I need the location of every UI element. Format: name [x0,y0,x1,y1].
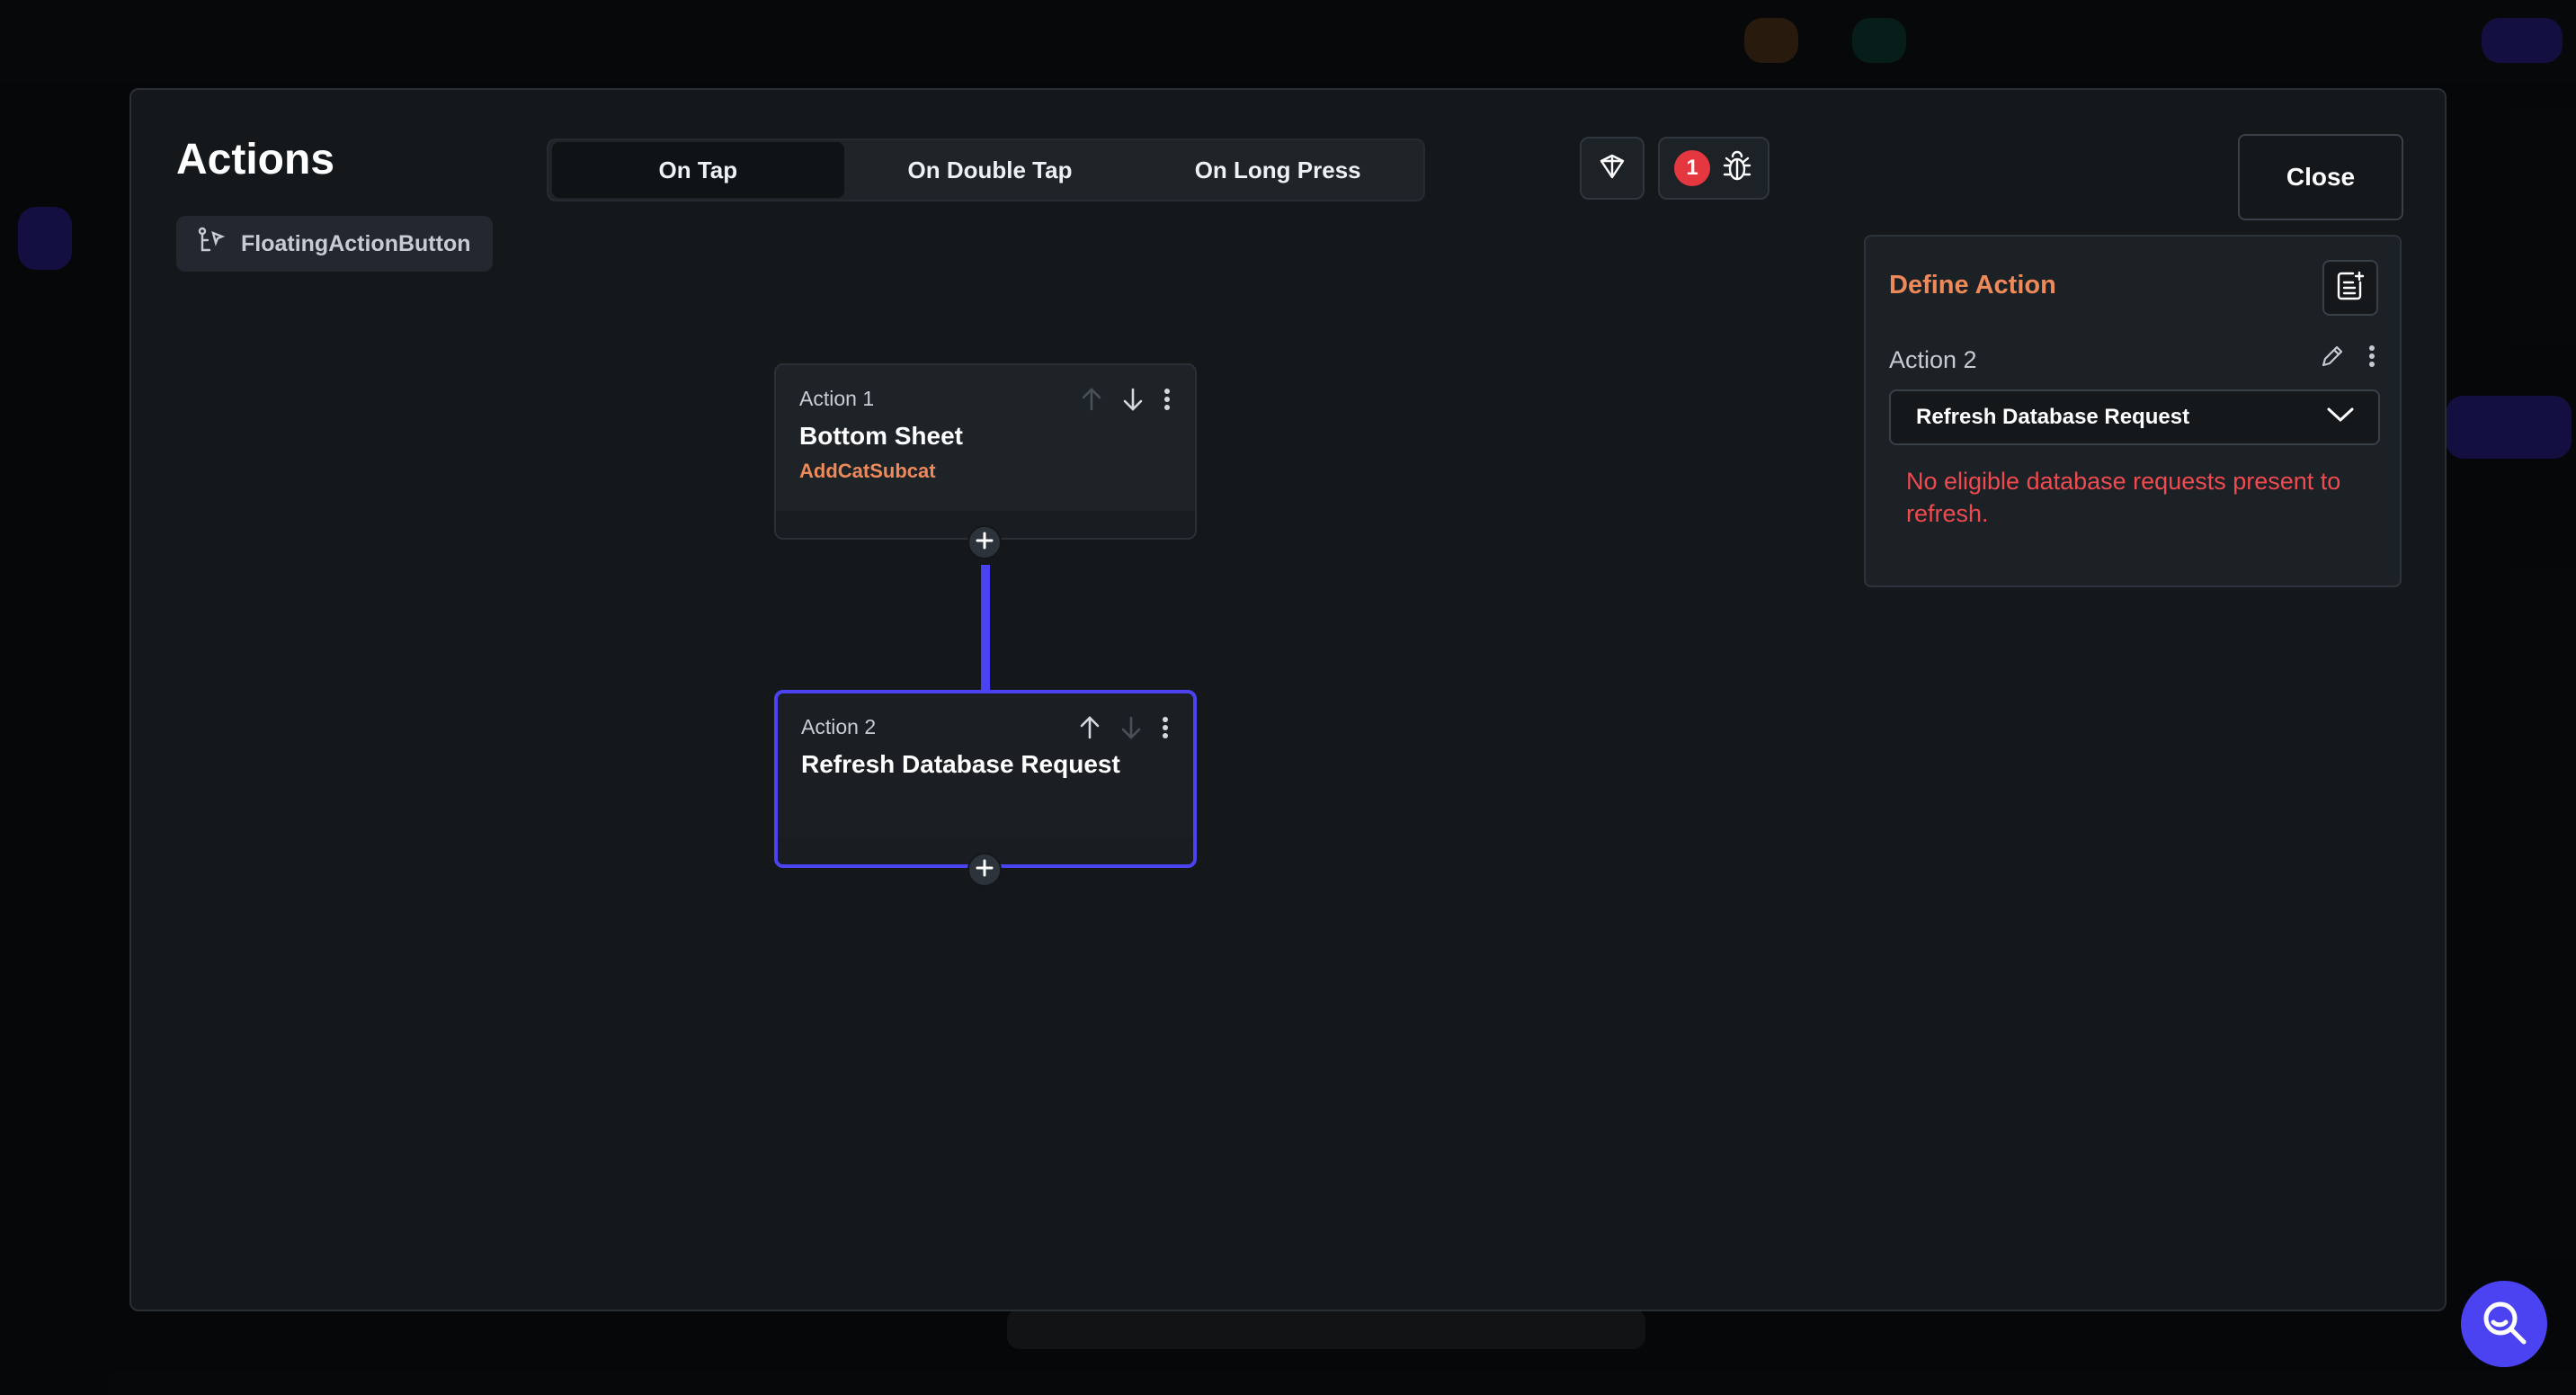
define-action-title: Define Action [1889,271,2056,300]
tab-on-double-tap[interactable]: On Double Tap [844,142,1136,198]
issue-count-badge: 1 [1674,150,1710,186]
ai-assist-button[interactable] [1580,137,1645,200]
action-node-2[interactable]: Action 2 Refresh Database Request [774,690,1197,868]
arrow-up-icon[interactable] [1080,387,1103,416]
add-action-button[interactable] [967,525,1002,559]
action-type-dropdown[interactable]: Refresh Database Request [1889,389,2380,445]
more-vertical-icon[interactable] [1161,715,1170,745]
actions-modal: Actions FloatingActionButton On Tap On D… [129,88,2447,1311]
search-fab[interactable] [2461,1281,2547,1367]
error-message: No eligible database requests present to… [1906,468,2341,527]
action-node-name: Refresh Database Request [801,750,1120,778]
chevron-down-icon [2326,405,2355,430]
trigger-tabs: On Tap On Double Tap On Long Press [547,139,1425,201]
arrow-down-icon[interactable] [1119,715,1143,745]
add-note-button[interactable] [2322,260,2378,316]
modal-title: Actions [176,136,335,183]
edit-icon[interactable] [2319,343,2346,374]
widget-tree-icon [196,226,227,263]
plus-icon [975,527,994,558]
widget-name: FloatingActionButton [241,230,471,256]
debug-issues-button[interactable]: 1 [1658,137,1769,200]
arrow-down-icon[interactable] [1121,387,1145,416]
arrow-up-icon[interactable] [1078,715,1101,745]
ai-gem-icon [1596,150,1628,187]
define-action-panel: Define Action Action 2 Refresh Database … [1864,235,2402,587]
bug-icon [1721,149,1753,188]
action-node-1[interactable]: Action 1 Bottom Sheet AddCatSubcat [774,363,1197,540]
selected-action-label: Action 2 [1889,346,1977,373]
plus-icon [975,854,994,885]
action-node-name: Bottom Sheet [799,422,963,450]
add-note-icon [2335,270,2366,307]
search-icon [2478,1296,2530,1353]
action-connector [981,565,990,691]
tab-on-tap[interactable]: On Tap [552,142,844,198]
tab-on-long-press[interactable]: On Long Press [1136,142,1420,198]
action-type-value: Refresh Database Request [1916,405,2190,429]
more-vertical-icon[interactable] [1163,387,1172,416]
action-node-subtitle: AddCatSubcat [799,460,936,482]
more-vertical-icon[interactable] [2367,344,2376,373]
close-button[interactable]: Close [2238,134,2403,220]
add-action-button[interactable] [967,853,1002,887]
widget-chip[interactable]: FloatingActionButton [176,216,493,272]
